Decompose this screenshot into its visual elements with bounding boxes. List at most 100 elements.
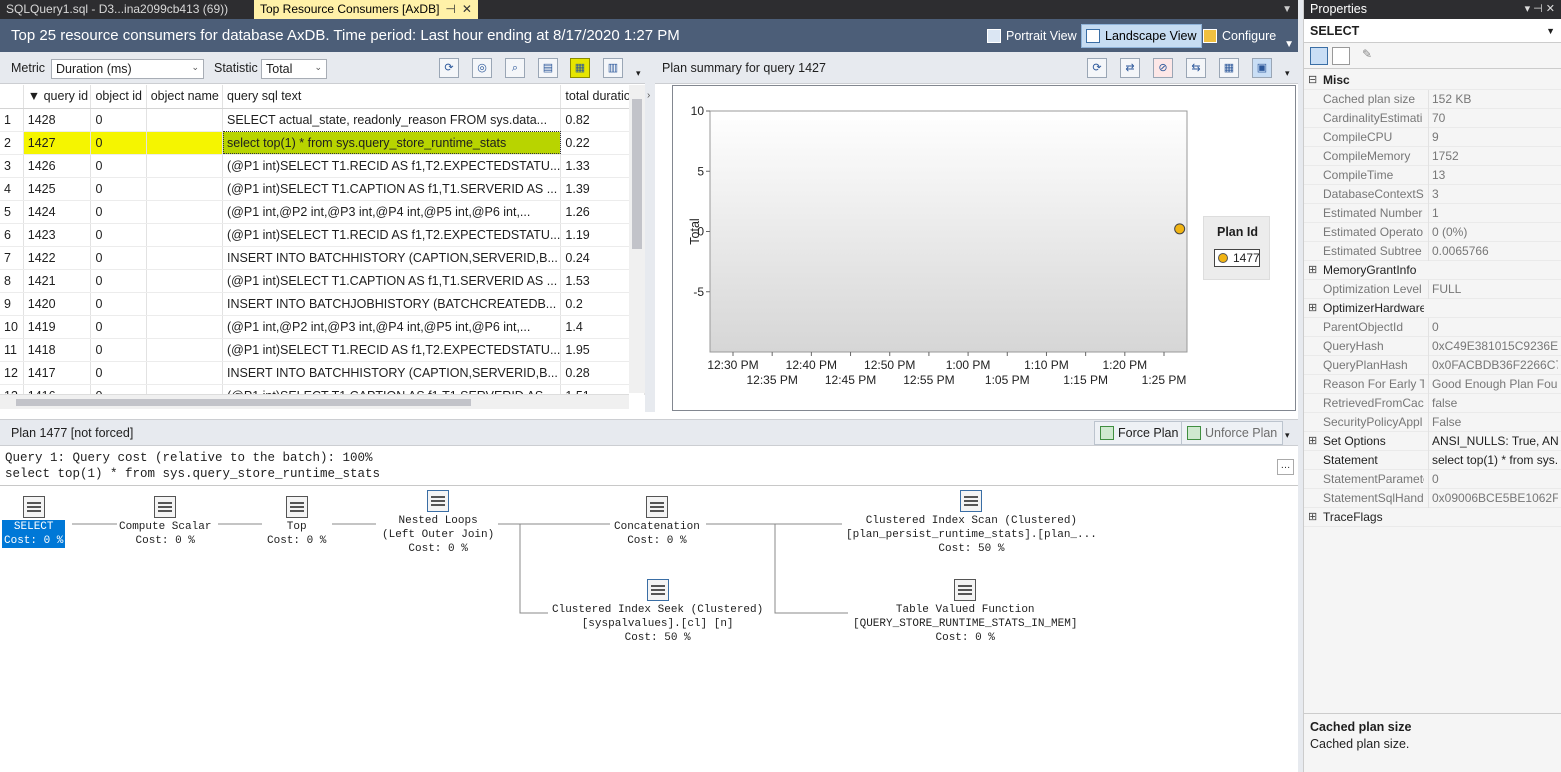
column-header-object-id[interactable]: object id	[90, 85, 147, 109]
table-row[interactable]: 7 1422 0 INSERT INTO BATCHHISTORY (CAPTION,…	[0, 246, 645, 270]
property-row[interactable]: CompileCPU 9	[1304, 128, 1561, 147]
sql-text-cell[interactable]: SELECT actual_state, readonly_reason FRO…	[222, 108, 562, 132]
property-row[interactable]: Reason For Early Te Good Enough Plan Foun…	[1304, 375, 1561, 394]
scrollbar-thumb[interactable]	[632, 99, 642, 249]
sql-text-cell[interactable]: (@P1 int)SELECT T1.RECID AS f1,T2.EXPECT…	[222, 154, 562, 178]
property-row[interactable]: RetrievedFromCach false	[1304, 394, 1561, 413]
grid-view-icon[interactable]: ▦	[1219, 58, 1239, 78]
row-number[interactable]: 10	[0, 315, 24, 339]
object-id-cell[interactable]: 0	[90, 200, 147, 224]
property-row[interactable]: TraceFlags	[1304, 508, 1561, 527]
table-row[interactable]: 6 1423 0 (@P1 int)SELECT T1.RECID AS f1,T2.…	[0, 223, 645, 247]
wrench-icon[interactable]: ✎	[1362, 47, 1380, 65]
table-row[interactable]: 5 1424 0 (@P1 int,@P2 int,@P3 int,@P4 int,@…	[0, 200, 645, 224]
object-name-cell[interactable]	[146, 269, 224, 293]
plan-node-clustered-index-seek[interactable]: Clustered Index Seek (Clustered) [syspalv…	[552, 579, 763, 645]
sql-text-cell[interactable]: INSERT INTO BATCHJOBHISTORY (BATCHCREATE…	[222, 292, 562, 316]
row-number[interactable]: 2	[0, 131, 24, 155]
grid-horizontal-scrollbar[interactable]	[0, 394, 629, 409]
toolbar-overflow-icon[interactable]: ▾	[1285, 430, 1290, 441]
chart-view-icon[interactable]: ▥	[603, 58, 623, 78]
object-name-cell[interactable]	[146, 338, 224, 362]
object-name-cell[interactable]	[146, 131, 224, 155]
property-row[interactable]: QueryHash 0xC49E381015C9236E	[1304, 337, 1561, 356]
property-row[interactable]: ParentObjectId 0	[1304, 318, 1561, 337]
table-row[interactable]: 12 1417 0 INSERT INTO BATCHHISTORY (CAPTION…	[0, 361, 645, 385]
plan-node-nested-loops[interactable]: Nested Loops (Left Outer Join) Cost: 0 %	[382, 490, 494, 556]
table-row[interactable]: 8 1421 0 (@P1 int)SELECT T1.CAPTION AS f1,T…	[0, 269, 645, 293]
object-name-cell[interactable]	[146, 223, 224, 247]
alphabetical-icon[interactable]	[1332, 47, 1350, 65]
property-row[interactable]: QueryPlanHash 0x0FACBDB36F2266C7	[1304, 356, 1561, 375]
row-number[interactable]: 11	[0, 338, 24, 362]
object-id-cell[interactable]: 0	[90, 338, 147, 362]
sql-text-cell[interactable]: (@P1 int,@P2 int,@P3 int,@P4 int,@P5 int…	[222, 200, 562, 224]
sql-text-cell[interactable]: (@P1 int,@P2 int,@P3 int,@P4 int,@P5 int…	[222, 315, 562, 339]
banner-dropdown-icon[interactable]: ▼	[1284, 39, 1294, 50]
table-row[interactable]: 9 1420 0 INSERT INTO BATCHJOBHISTORY (BATCH…	[0, 292, 645, 316]
metric-select[interactable]: Duration (ms) ⌄	[51, 59, 204, 79]
sql-text-cell[interactable]: (@P1 int)SELECT T1.RECID AS f1,T2.EXPECT…	[222, 223, 562, 247]
property-row[interactable]: Set Options ANSI_NULLS: True, ANSI	[1304, 432, 1561, 451]
property-row[interactable]: Estimated Subtree 0.0065766	[1304, 242, 1561, 261]
property-row[interactable]: CompileTime 13	[1304, 166, 1561, 185]
object-name-cell[interactable]	[146, 292, 224, 316]
legend-item-1477[interactable]: 1477	[1214, 249, 1260, 267]
object-id-cell[interactable]: 0	[90, 361, 147, 385]
property-row[interactable]: CompileMemory 1752	[1304, 147, 1561, 166]
configure-button[interactable]: Configure	[1199, 24, 1280, 48]
object-name-cell[interactable]	[146, 246, 224, 270]
query-id-cell[interactable]: 1422	[23, 246, 92, 270]
object-id-cell[interactable]: 0	[90, 154, 147, 178]
collapse-arrow-icon[interactable]: ›	[647, 90, 650, 101]
property-row[interactable]: CardinalityEstimati 70	[1304, 109, 1561, 128]
query-id-cell[interactable]: 1424	[23, 200, 92, 224]
tab-top-resource-consumers[interactable]: Top Resource Consumers [AxDB] ⊣ ✕	[254, 0, 478, 19]
query-id-cell[interactable]: 1427	[23, 131, 92, 155]
categorized-icon[interactable]	[1310, 47, 1328, 65]
property-row[interactable]: MemoryGrantInfo	[1304, 261, 1561, 280]
grid-vertical-scrollbar[interactable]	[629, 85, 645, 393]
property-row[interactable]: Statement select top(1) * from sys.	[1304, 451, 1561, 470]
table-row[interactable]: 1 1428 0 SELECT actual_state, readonly_reas…	[0, 108, 645, 132]
row-number[interactable]: 12	[0, 361, 24, 385]
object-name-cell[interactable]	[146, 154, 224, 178]
query-id-cell[interactable]: 1428	[23, 108, 92, 132]
refresh-icon[interactable]: ⟳	[1087, 58, 1107, 78]
sql-text-cell[interactable]: select top(1) * from sys.query_store_run…	[222, 131, 562, 155]
table-row[interactable]: 11 1418 0 (@P1 int)SELECT T1.RECID AS f1,T2…	[0, 338, 645, 362]
object-id-cell[interactable]: 0	[90, 177, 147, 201]
compare-plans-icon[interactable]: ⇄	[1120, 58, 1140, 78]
row-number[interactable]: 8	[0, 269, 24, 293]
property-row[interactable]: Optimization Level FULL	[1304, 280, 1561, 299]
property-row[interactable]: DatabaseContextSe 3	[1304, 185, 1561, 204]
table-row[interactable]: 3 1426 0 (@P1 int)SELECT T1.RECID AS f1,T2.…	[0, 154, 645, 178]
unforce-plan-button[interactable]: Unforce Plan	[1181, 421, 1284, 445]
row-number[interactable]: 1	[0, 108, 24, 132]
unforce-plan-icon[interactable]: ⇆	[1186, 58, 1206, 78]
object-id-cell[interactable]: 0	[90, 223, 147, 247]
object-id-cell[interactable]: 0	[90, 131, 147, 155]
pane-splitter[interactable]: ›	[645, 52, 655, 412]
statistic-select[interactable]: Total ⌄	[261, 59, 327, 79]
grid-view-icon[interactable]: ▤	[538, 58, 558, 78]
plan-node-table-valued-function[interactable]: Table Valued Function [QUERY_STORE_RUNTIM…	[853, 579, 1077, 645]
sql-text-cell[interactable]: (@P1 int)SELECT T1.CAPTION AS f1,T1.SERV…	[222, 269, 562, 293]
query-id-cell[interactable]: 1418	[23, 338, 92, 362]
query-id-cell[interactable]: 1423	[23, 223, 92, 247]
object-name-cell[interactable]	[146, 108, 224, 132]
sql-text-cell[interactable]: (@P1 int)SELECT T1.CAPTION AS f1,T1.SERV…	[222, 177, 562, 201]
row-number[interactable]: 6	[0, 223, 24, 247]
property-row[interactable]: Estimated Number 1	[1304, 204, 1561, 223]
query-id-cell[interactable]: 1419	[23, 315, 92, 339]
close-icon[interactable]: ✕	[462, 0, 472, 19]
track-query-icon[interactable]: ◎	[472, 58, 492, 78]
force-plan-button[interactable]: Force Plan	[1094, 421, 1185, 445]
data-point-1477[interactable]	[1174, 223, 1186, 235]
plan-node-concatenation[interactable]: Concatenation Cost: 0 %	[614, 496, 700, 548]
property-row[interactable]: OptimizerHardware	[1304, 299, 1561, 318]
object-name-cell[interactable]	[146, 315, 224, 339]
grid-expanded-icon[interactable]: ▦	[570, 58, 590, 78]
toolbar-overflow-icon[interactable]: ▾	[636, 68, 641, 79]
table-row[interactable]: 4 1425 0 (@P1 int)SELECT T1.CAPTION AS f1,T…	[0, 177, 645, 201]
